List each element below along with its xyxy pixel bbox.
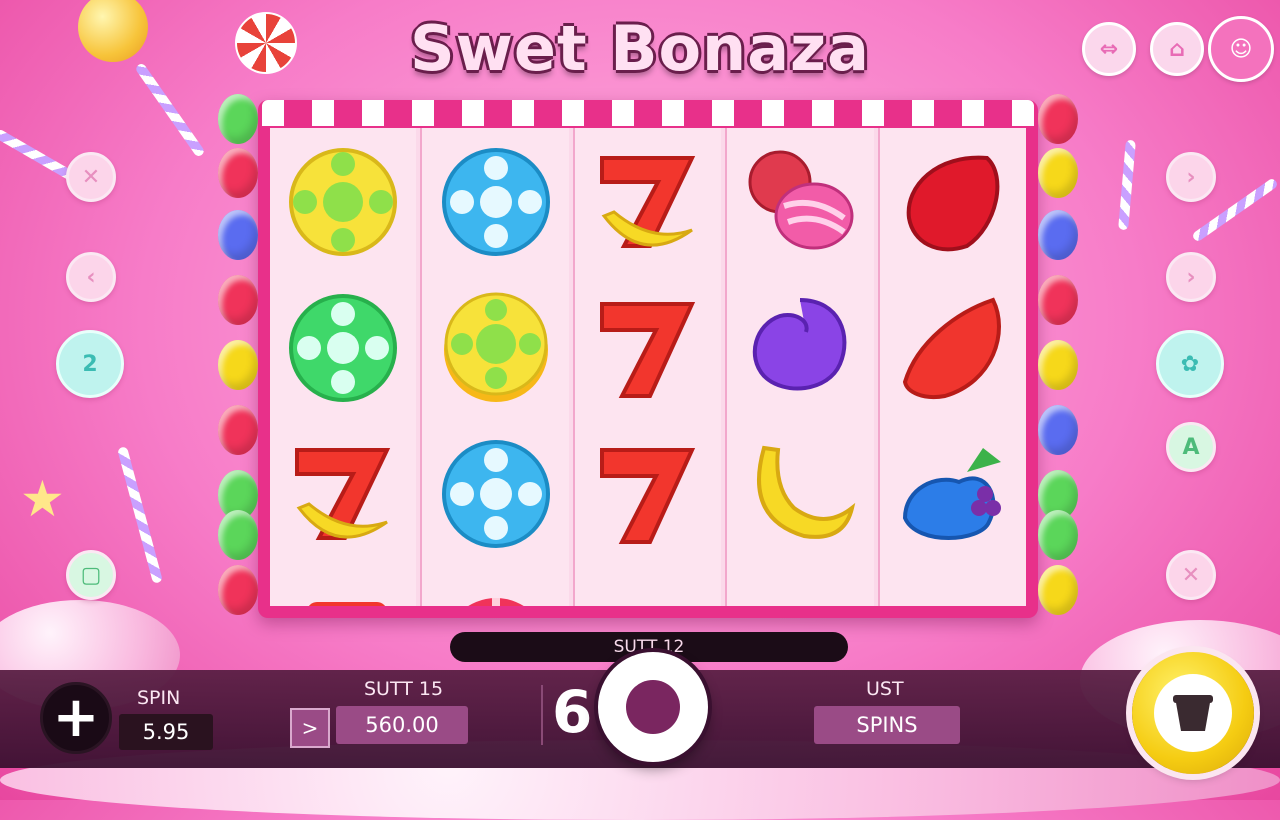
yellow-green-candy-symbol: [440, 292, 552, 404]
expand-icon[interactable]: ⇔: [1082, 22, 1136, 76]
reel-4[interactable]: [725, 128, 874, 606]
banana-symbol: [744, 438, 856, 550]
purple-candy-symbol: [744, 292, 856, 404]
level-number: 2: [82, 351, 98, 377]
candy-stick: [1118, 139, 1136, 231]
bulb-light: [218, 148, 258, 198]
add-bet-button[interactable]: +: [40, 682, 112, 754]
level-badge[interactable]: 2: [56, 330, 124, 398]
chevron-left-icon: ‹: [86, 264, 96, 290]
partial-purple-symbol: [592, 568, 704, 606]
spins-button[interactable]: SPINS: [814, 706, 960, 744]
autoplay-inner: [1154, 674, 1232, 752]
bulb-light: [1038, 405, 1078, 455]
bulb-light: [1038, 275, 1078, 325]
bulb-light: [218, 510, 258, 560]
spin-icon: [626, 680, 680, 734]
star-icon: ★: [20, 470, 65, 528]
next-button[interactable]: ›: [1166, 252, 1216, 302]
reel-2[interactable]: [420, 128, 569, 606]
previous-button[interactable]: ‹: [66, 252, 116, 302]
bulb-light: [218, 565, 258, 615]
lollipop-stick: [134, 62, 206, 158]
chat-icon[interactable]: ☺: [1208, 16, 1274, 82]
bulb-light: [1038, 340, 1078, 390]
divider: [541, 685, 543, 745]
candy-button[interactable]: ✿: [1156, 330, 1224, 398]
blue-candy-symbol: [440, 146, 552, 258]
spin-button[interactable]: [598, 652, 708, 762]
sutt-label: SUTT 15: [364, 678, 444, 700]
cup-icon: [1173, 695, 1213, 731]
green-candy-symbol: [287, 292, 399, 404]
text-size-button[interactable]: A: [1166, 422, 1216, 472]
bulb-light: [218, 210, 258, 260]
seven-symbol: [592, 438, 704, 550]
chevron-right-icon: ›: [1186, 264, 1196, 290]
blue-grapes-symbol: [897, 438, 1009, 550]
bulb-light: [1038, 510, 1078, 560]
red-pink-candy-symbol: [744, 146, 856, 258]
plus-icon: +: [52, 685, 100, 750]
reel-1[interactable]: [270, 128, 417, 606]
bet-increase-button[interactable]: >: [290, 708, 330, 748]
spin-label: SPIN: [137, 687, 181, 709]
close-icon: ✕: [81, 164, 101, 190]
autoplay-button[interactable]: [1132, 652, 1254, 774]
partial-red-symbol: [897, 568, 1009, 606]
big-counter: 6: [552, 678, 593, 746]
reel-grid[interactable]: [270, 128, 1026, 606]
green-yellow-candy-symbol: [287, 146, 399, 258]
spin-value: 5.95: [119, 714, 213, 750]
bulb-light: [1038, 565, 1078, 615]
blue-candy-symbol: [440, 438, 552, 550]
red-jelly-symbol: [897, 292, 1009, 404]
lollipop-icon: [78, 0, 148, 62]
close-icon: ✕: [1181, 562, 1201, 588]
bulb-light: [218, 405, 258, 455]
bulb-light: [218, 340, 258, 390]
ust-label: UST: [866, 678, 904, 700]
reel-5[interactable]: [877, 128, 1026, 606]
red-gumdrop-symbol: [897, 146, 1009, 258]
bulb-light: [1038, 148, 1078, 198]
seven-banana-symbol: [592, 146, 704, 258]
next-button[interactable]: ›: [1166, 152, 1216, 202]
close-button[interactable]: ✕: [66, 152, 116, 202]
bulb-light: [1038, 210, 1078, 260]
book-icon: ▢: [80, 562, 102, 588]
bulb-light: [1038, 94, 1078, 144]
chevron-right-icon: ›: [1186, 164, 1196, 190]
partial-swirl-symbol: [440, 568, 552, 606]
striped-awning: [262, 100, 1034, 126]
partial-seven-symbol: [287, 568, 399, 606]
close-button[interactable]: ✕: [1166, 550, 1216, 600]
text-size-icon: A: [1182, 434, 1200, 460]
reel-3[interactable]: [572, 128, 722, 606]
bulb-light: [218, 275, 258, 325]
swirl-candy-icon: [235, 12, 297, 74]
partial-fruit-symbol: [744, 568, 856, 606]
sutt-value: 560.00: [336, 706, 468, 744]
bulb-light: [218, 94, 258, 144]
paytable-button[interactable]: ▢: [66, 550, 116, 600]
seven-symbol: [592, 292, 704, 404]
seven-banana-symbol: [287, 438, 399, 550]
candy-icon: ✿: [1180, 351, 1200, 377]
chevron-right-icon: >: [301, 716, 319, 740]
candy-stick: [0, 128, 77, 182]
home-icon[interactable]: ⌂: [1150, 22, 1204, 76]
game-title: Swet Bonaza: [410, 12, 870, 85]
candy-stick: [117, 446, 163, 584]
